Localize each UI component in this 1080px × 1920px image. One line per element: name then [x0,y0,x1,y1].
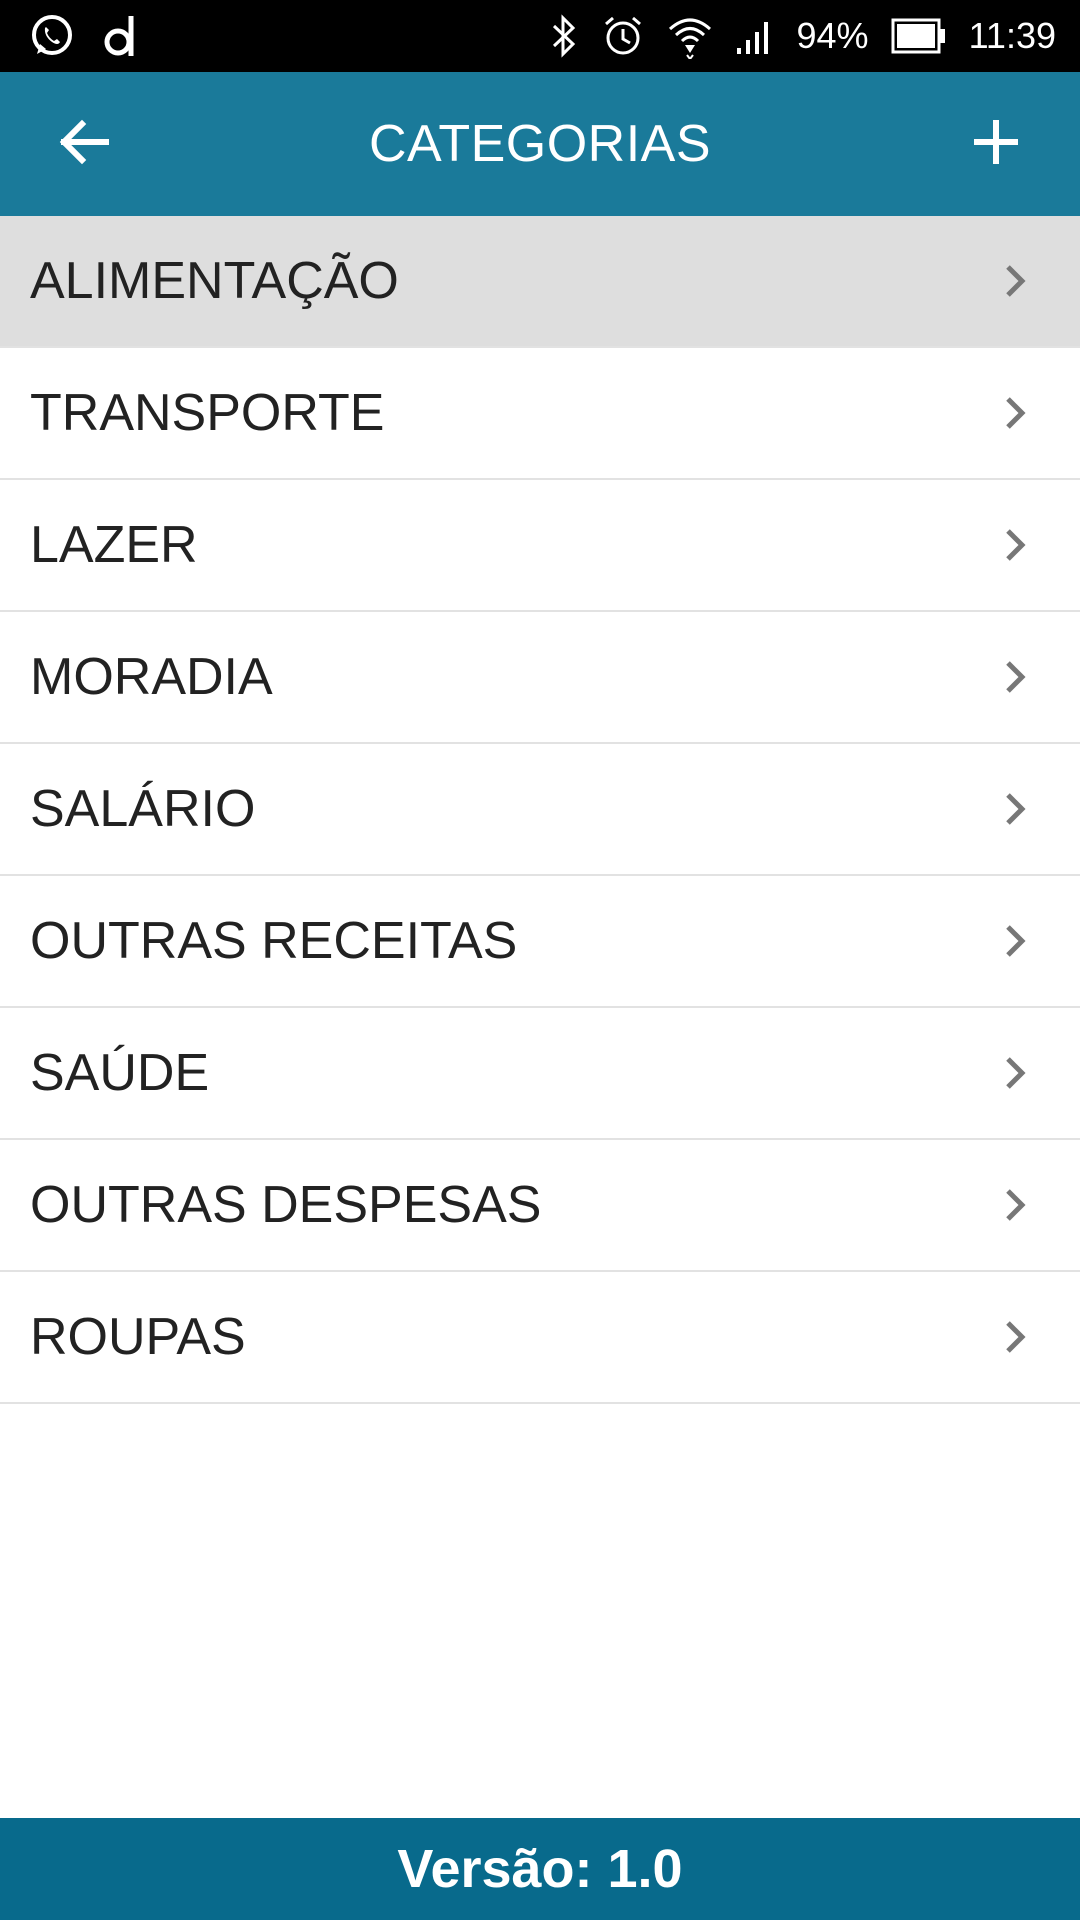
category-item-alimentacao[interactable]: ALIMENTAÇÃO [0,216,1080,348]
page-title: CATEGORIAS [368,115,712,173]
clock: 11:39 [968,15,1056,56]
version-label: Versão: 1.0 [397,1839,683,1899]
status-right: 94% 11:39 [527,13,1056,59]
back-button[interactable] [12,72,156,216]
chevron-right-icon [1002,393,1030,433]
battery-percentage: 94% [796,15,869,56]
wifi-icon [667,13,713,59]
category-label: TRANSPORTE [30,384,385,442]
plus-icon [971,117,1021,172]
category-item-transporte[interactable]: TRANSPORTE [0,348,1080,480]
add-category-button[interactable] [924,72,1068,216]
notification-d-icon [102,12,142,60]
category-item-outras-despesas[interactable]: OUTRAS DESPESAS [0,1140,1080,1272]
category-item-roupas[interactable]: ROUPAS [0,1272,1080,1404]
chevron-right-icon [1002,789,1030,829]
arrow-left-icon [56,114,112,175]
category-item-lazer[interactable]: LAZER [0,480,1080,612]
category-label: SAÚDE [30,1044,210,1102]
chevron-right-icon [1002,1317,1030,1357]
whatsapp-icon [28,12,76,60]
category-label: OUTRAS RECEITAS [30,912,518,970]
version-footer: Versão: 1.0 [0,1818,1080,1920]
category-label: OUTRAS DESPESAS [30,1176,542,1234]
category-label: ALIMENTAÇÃO [30,252,399,310]
chevron-right-icon [1002,525,1030,565]
app-bar: CATEGORIAS [0,72,1080,216]
category-item-outras-receitas[interactable]: OUTRAS RECEITAS [0,876,1080,1008]
battery-icon [891,18,947,54]
status-bar: 94% 11:39 [0,0,1080,72]
chevron-right-icon [1002,261,1030,301]
signal-icon [735,16,775,56]
chevron-right-icon [1002,1185,1030,1225]
category-item-salario[interactable]: SALÁRIO [0,744,1080,876]
chevron-right-icon [1002,1053,1030,1093]
alarm-icon [601,14,645,58]
category-label: LAZER [30,516,198,574]
category-list: ALIMENTAÇÃO TRANSPORTE LAZER MORADIA SAL… [0,216,1080,1404]
category-label: SALÁRIO [30,780,256,838]
chevron-right-icon [1002,921,1030,961]
bluetooth-icon [549,14,579,58]
category-label: ROUPAS [30,1308,246,1366]
category-label: MORADIA [30,648,273,706]
chevron-right-icon [1002,657,1030,697]
category-item-moradia[interactable]: MORADIA [0,612,1080,744]
category-item-saude[interactable]: SAÚDE [0,1008,1080,1140]
status-left [28,12,168,60]
